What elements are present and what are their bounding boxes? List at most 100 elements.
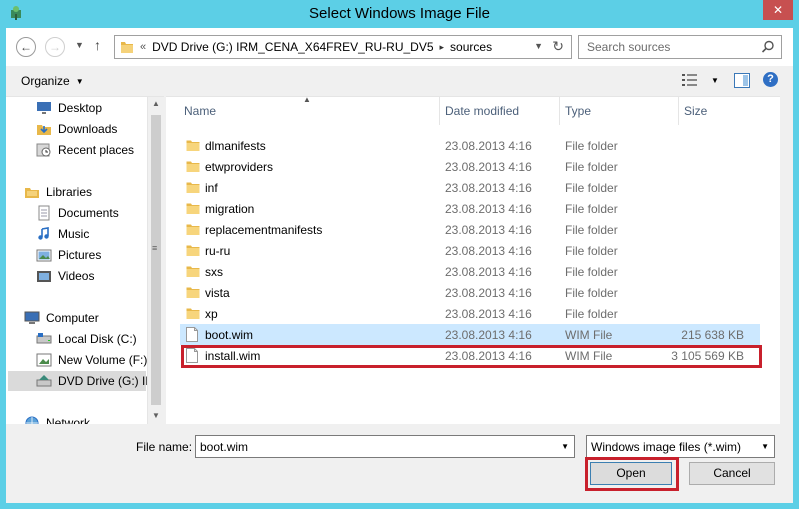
navigation-scrollbar[interactable]: ▲ ≡ ▼ — [147, 97, 164, 424]
scrollbar-grip-icon: ≡ — [152, 243, 158, 253]
up-button[interactable]: ↑ — [94, 37, 101, 53]
file-type-cell: File folder — [565, 202, 618, 216]
file-type-filter[interactable]: Windows image files (*.wim) ▼ — [586, 435, 775, 458]
column-header-date[interactable]: Date modified — [440, 97, 560, 125]
file-row[interactable]: ru-ru 23.08.2013 4:16 File folder — [180, 240, 760, 261]
back-button[interactable]: ← — [16, 37, 36, 57]
nav-item-local-disk[interactable]: Local Disk (C:) — [36, 329, 137, 349]
nav-item-dvd-drive[interactable]: DVD Drive (G:) IR — [8, 371, 154, 391]
column-header-size[interactable]: Size — [679, 97, 780, 125]
column-type-label: Type — [565, 104, 592, 118]
search-input[interactable] — [587, 39, 757, 55]
navigation-pane: Desktop Downloads Recent places Librarie… — [6, 96, 164, 424]
open-button[interactable]: Open — [590, 462, 672, 485]
column-header-name[interactable]: Name ▲ — [166, 97, 440, 125]
file-type-cell: File folder — [565, 181, 618, 195]
search-box[interactable] — [578, 35, 782, 59]
file-name-cell: dlmanifests — [205, 139, 266, 153]
help-icon[interactable]: ? — [763, 72, 778, 87]
file-type-cell: WIM File — [565, 328, 613, 342]
file-row[interactable]: vista 23.08.2013 4:16 File folder — [180, 282, 760, 303]
breadcrumb-separator-icon[interactable]: ▸ — [440, 42, 445, 53]
chevron-down-icon[interactable]: ▼ — [561, 442, 569, 451]
nav-item-label: Local Disk (C:) — [58, 332, 137, 346]
file-row[interactable]: etwproviders 23.08.2013 4:16 File folder — [180, 156, 760, 177]
nav-item-network[interactable]: Network — [24, 413, 90, 424]
refresh-icon[interactable]: ↻ — [552, 38, 564, 55]
file-row[interactable]: dlmanifests 23.08.2013 4:16 File folder — [180, 135, 760, 156]
file-row[interactable]: xp 23.08.2013 4:16 File folder — [180, 303, 760, 324]
window-title: Select Windows Image File — [309, 5, 490, 22]
column-date-label: Date modified — [445, 104, 520, 118]
nav-item-videos[interactable]: Videos — [36, 266, 94, 286]
file-date-cell: 23.08.2013 4:16 — [445, 349, 532, 363]
scroll-down-icon[interactable]: ▼ — [148, 411, 164, 420]
file-name-combobox[interactable]: ▼ — [195, 435, 575, 458]
close-button[interactable]: ✕ — [763, 0, 793, 20]
breadcrumb-drive[interactable]: DVD Drive (G:) IRM_CENA_X64FREV_RU-RU_DV… — [152, 40, 433, 54]
nav-item-label: Documents — [58, 206, 119, 220]
chevron-down-icon: ▼ — [75, 77, 84, 86]
search-icon[interactable] — [761, 40, 775, 54]
file-date-cell: 23.08.2013 4:16 — [445, 307, 532, 321]
folder-icon — [186, 201, 200, 215]
file-row[interactable]: install.wim 23.08.2013 4:16 WIM File 3 105 … — [180, 345, 760, 366]
column-header-type[interactable]: Type — [560, 97, 679, 125]
folder-icon — [186, 222, 200, 236]
file-row[interactable]: replacementmanifests 23.08.2013 4:16 File … — [180, 219, 760, 240]
nav-item-pictures[interactable]: Pictures — [36, 245, 101, 265]
organize-button[interactable]: Organize ▼ — [21, 74, 84, 88]
file-date-cell: 23.08.2013 4:16 — [445, 139, 532, 153]
nav-item-label: DVD Drive (G:) IR — [58, 374, 154, 388]
breadcrumb-sources[interactable]: sources — [450, 40, 492, 54]
file-name-cell: ru-ru — [205, 244, 231, 258]
preview-pane-icon[interactable] — [734, 73, 750, 88]
file-date-cell: 23.08.2013 4:16 — [445, 223, 532, 237]
file-name-input[interactable] — [200, 439, 550, 455]
file-row[interactable]: migration 23.08.2013 4:16 File folder — [180, 198, 760, 219]
file-type-cell: File folder — [565, 160, 618, 174]
views-dropdown-icon[interactable]: ▼ — [711, 76, 719, 85]
forward-button[interactable]: → — [45, 37, 65, 57]
file-row[interactable]: inf 23.08.2013 4:16 File folder — [180, 177, 760, 198]
nav-item-computer[interactable]: Computer — [24, 308, 99, 328]
nav-item-label: Libraries — [46, 185, 93, 199]
chevron-down-icon[interactable]: ▼ — [761, 442, 769, 451]
file-row[interactable]: boot.wim 23.08.2013 4:16 WIM File 215 638 K… — [180, 324, 760, 345]
nav-item-downloads[interactable]: Downloads — [36, 119, 117, 139]
file-date-cell: 23.08.2013 4:16 — [445, 181, 532, 195]
nav-item-recent-places[interactable]: Recent places — [36, 140, 134, 160]
address-bar[interactable]: « DVD Drive (G:) IRM_CENA_X64FREV_RU-RU_… — [114, 35, 572, 59]
file-icon — [186, 327, 198, 342]
pictures-icon — [36, 247, 52, 263]
nav-item-libraries[interactable]: Libraries — [24, 182, 92, 202]
file-type-cell: File folder — [565, 244, 618, 258]
cancel-button[interactable]: Cancel — [689, 462, 775, 485]
file-name-cell: install.wim — [205, 349, 261, 363]
views-icon[interactable] — [682, 73, 698, 87]
file-name-cell: migration — [205, 202, 255, 216]
recent-locations-dropdown[interactable]: ▼ — [75, 40, 84, 50]
file-row[interactable]: sxs 23.08.2013 4:16 File folder — [180, 261, 760, 282]
command-bar: Organize ▼ ▼ ? — [6, 66, 793, 96]
file-type-cell: File folder — [565, 139, 618, 153]
scrollbar-thumb[interactable] — [151, 115, 161, 405]
nav-item-documents[interactable]: Documents — [36, 203, 119, 223]
address-dropdown-icon[interactable]: ▼ — [534, 41, 543, 51]
title-bar: Select Windows Image File ✕ — [0, 0, 799, 28]
nav-item-music[interactable]: Music — [36, 224, 89, 244]
file-type-cell: WIM File — [565, 349, 613, 363]
dialog-window: Select Windows Image File ✕ ← → ▼ ↑ « DV… — [0, 0, 799, 509]
file-date-cell: 23.08.2013 4:16 — [445, 265, 532, 279]
address-overflow-chevron[interactable]: « — [140, 41, 146, 53]
file-type-cell: File folder — [565, 286, 618, 300]
nav-item-new-volume[interactable]: New Volume (F:) — [36, 350, 147, 370]
file-date-cell: 23.08.2013 4:16 — [445, 244, 532, 258]
nav-item-label: Music — [58, 227, 90, 241]
documents-icon — [36, 205, 52, 221]
nav-item-desktop[interactable]: Desktop — [36, 98, 102, 118]
scroll-up-icon[interactable]: ▲ — [148, 99, 164, 108]
file-name-cell: inf — [205, 181, 218, 195]
music-icon — [36, 226, 52, 242]
file-name-cell: replacementmanifests — [205, 223, 323, 237]
